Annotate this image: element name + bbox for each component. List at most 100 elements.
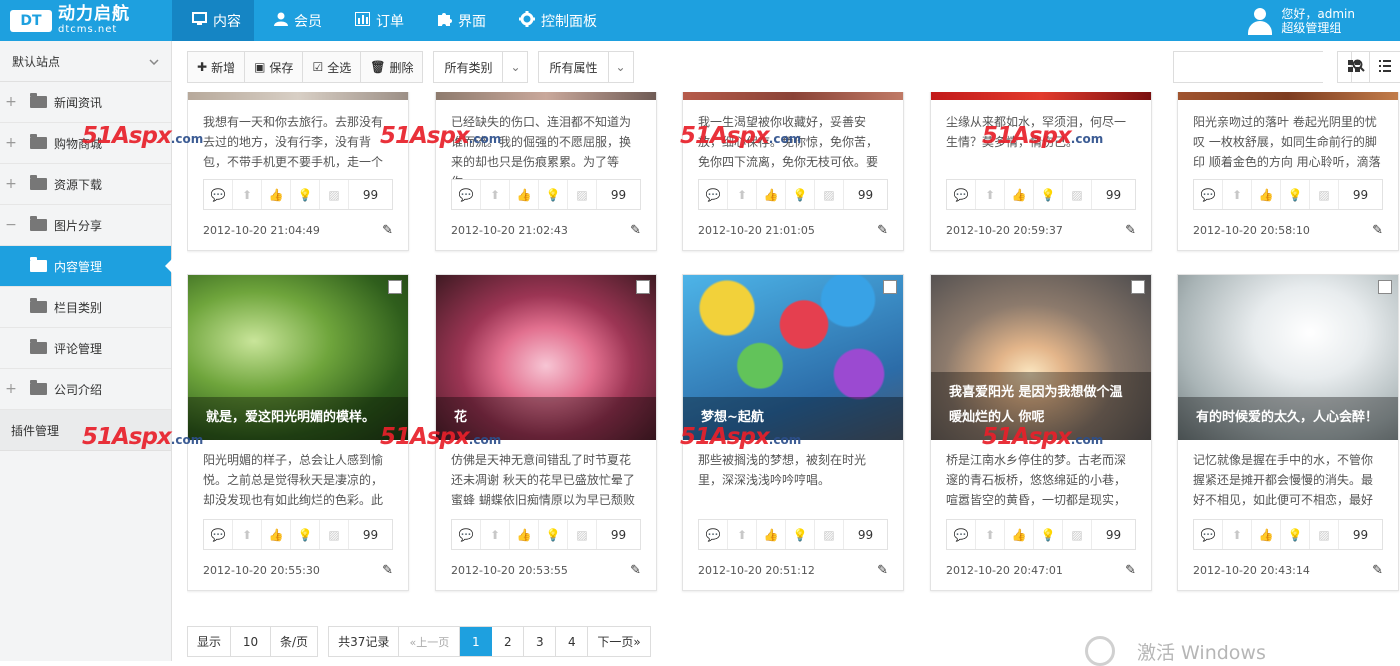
top-icon[interactable]: ⬆ [728, 180, 757, 209]
thumbs-up-icon[interactable]: 👍 [510, 520, 539, 549]
image-icon[interactable]: ▨ [1063, 180, 1092, 209]
card-image[interactable] [188, 92, 408, 100]
thumbs-up-icon[interactable]: 👍 [757, 180, 786, 209]
sidebar-plugin-manage[interactable]: 插件管理 [0, 410, 171, 451]
category-select[interactable]: 所有类别 ⌄ [433, 51, 529, 83]
thumbs-up-icon[interactable]: 👍 [262, 180, 291, 209]
edit-icon[interactable]: ✎ [1125, 563, 1136, 578]
edit-icon[interactable]: ✎ [1372, 223, 1383, 238]
select-checkbox[interactable] [883, 280, 897, 294]
image-icon[interactable]: ▨ [1063, 520, 1092, 549]
card-image[interactable] [683, 92, 903, 100]
nav-members[interactable]: 会员 [254, 0, 335, 41]
card-image[interactable] [436, 92, 656, 100]
thumbs-up-icon[interactable]: 👍 [1252, 520, 1281, 549]
select-checkbox[interactable] [636, 280, 650, 294]
sidebar-item-categories[interactable]: 栏目类别 [0, 287, 171, 328]
sidebar-item-downloads[interactable]: + 资源下载 [0, 164, 171, 205]
hot-icon[interactable]: 💡 [1281, 520, 1310, 549]
edit-icon[interactable]: ✎ [630, 563, 641, 578]
site-selector[interactable]: 默认站点 [0, 41, 171, 82]
next-page-button[interactable]: 下一页» [588, 627, 649, 656]
card-image[interactable]: 有的时候爱的太久，人心会醉！ [1178, 275, 1398, 440]
top-icon[interactable]: ⬆ [481, 180, 510, 209]
image-icon[interactable]: ▨ [815, 180, 844, 209]
thumbs-up-icon[interactable]: 👍 [262, 520, 291, 549]
thumbs-up-icon[interactable]: 👍 [510, 180, 539, 209]
top-icon[interactable]: ⬆ [233, 180, 262, 209]
select-checkbox[interactable] [1378, 280, 1392, 294]
comment-icon[interactable]: 💬 [699, 520, 728, 549]
image-icon[interactable]: ▨ [815, 520, 844, 549]
comment-icon[interactable]: 💬 [1194, 180, 1223, 209]
card-image[interactable]: 梦想~起航 [683, 275, 903, 440]
list-view-button[interactable] [1369, 52, 1400, 82]
sidebar-item-photos[interactable]: − 图片分享 [0, 205, 171, 246]
select-checkbox[interactable] [1131, 280, 1145, 294]
logo[interactable]: DT 动力启航 dtcms.net [0, 0, 172, 41]
top-icon[interactable]: ⬆ [481, 520, 510, 549]
page-size-input[interactable]: 10 [231, 627, 272, 656]
edit-icon[interactable]: ✎ [1372, 563, 1383, 578]
select-all-button[interactable]: ☑ 全选 [303, 52, 362, 82]
image-icon[interactable]: ▨ [320, 180, 349, 209]
page-3-button[interactable]: 3 [524, 627, 557, 656]
card-image[interactable]: 花 [436, 275, 656, 440]
comment-icon[interactable]: 💬 [204, 180, 233, 209]
hot-icon[interactable]: 💡 [539, 180, 568, 209]
select-checkbox[interactable] [388, 280, 402, 294]
comment-icon[interactable]: 💬 [204, 520, 233, 549]
user-info[interactable]: 您好，admin 超级管理组 [1247, 0, 1355, 41]
sidebar-item-comments[interactable]: 评论管理 [0, 328, 171, 369]
hot-icon[interactable]: 💡 [291, 520, 320, 549]
edit-icon[interactable]: ✎ [877, 223, 888, 238]
delete-button[interactable]: 🗑 删除 [361, 52, 422, 82]
search-input[interactable] [1174, 52, 1351, 82]
hot-icon[interactable]: 💡 [1281, 180, 1310, 209]
save-button[interactable]: ▣ 保存 [245, 52, 304, 82]
nav-interface[interactable]: 界面 [417, 0, 499, 41]
card-image[interactable] [1178, 92, 1398, 100]
grid-view-button[interactable] [1338, 52, 1369, 82]
image-icon[interactable]: ▨ [568, 180, 597, 209]
hot-icon[interactable]: 💡 [539, 520, 568, 549]
sidebar-item-shop[interactable]: + 购物商城 [0, 123, 171, 164]
card-image[interactable]: 我喜爱阳光 是因为我想做个温暖灿烂的人 你呢 [931, 275, 1151, 440]
thumbs-up-icon[interactable]: 👍 [1005, 180, 1034, 209]
edit-icon[interactable]: ✎ [877, 563, 888, 578]
top-icon[interactable]: ⬆ [976, 520, 1005, 549]
hot-icon[interactable]: 💡 [291, 180, 320, 209]
hot-icon[interactable]: 💡 [1034, 180, 1063, 209]
comment-icon[interactable]: 💬 [947, 520, 976, 549]
top-icon[interactable]: ⬆ [976, 180, 1005, 209]
attribute-select[interactable]: 所有属性 ⌄ [538, 51, 634, 83]
comment-icon[interactable]: 💬 [452, 180, 481, 209]
edit-icon[interactable]: ✎ [382, 563, 393, 578]
page-4-button[interactable]: 4 [556, 627, 589, 656]
nav-control-panel[interactable]: 控制面板 [499, 0, 610, 41]
prev-page-button[interactable]: «上一页 [399, 627, 461, 656]
top-icon[interactable]: ⬆ [1223, 520, 1252, 549]
sidebar-item-news[interactable]: + 新闻资讯 [0, 82, 171, 123]
image-icon[interactable]: ▨ [320, 520, 349, 549]
comment-icon[interactable]: 💬 [699, 180, 728, 209]
comment-icon[interactable]: 💬 [1194, 520, 1223, 549]
edit-icon[interactable]: ✎ [630, 223, 641, 238]
sidebar-item-company[interactable]: + 公司介绍 [0, 369, 171, 410]
image-icon[interactable]: ▨ [568, 520, 597, 549]
nav-content[interactable]: 内容 [172, 0, 254, 41]
card-image[interactable]: 就是，爱这阳光明媚的模样。 [188, 275, 408, 440]
sidebar-item-content-manage[interactable]: 内容管理 [0, 246, 172, 287]
top-icon[interactable]: ⬆ [233, 520, 262, 549]
page-1-button[interactable]: 1 [460, 627, 493, 656]
image-icon[interactable]: ▨ [1310, 180, 1339, 209]
thumbs-up-icon[interactable]: 👍 [1005, 520, 1034, 549]
comment-icon[interactable]: 💬 [452, 520, 481, 549]
top-icon[interactable]: ⬆ [728, 520, 757, 549]
comment-icon[interactable]: 💬 [947, 180, 976, 209]
image-icon[interactable]: ▨ [1310, 520, 1339, 549]
nav-orders[interactable]: 订单 [335, 0, 417, 41]
top-icon[interactable]: ⬆ [1223, 180, 1252, 209]
hot-icon[interactable]: 💡 [786, 520, 815, 549]
card-image[interactable] [931, 92, 1151, 100]
